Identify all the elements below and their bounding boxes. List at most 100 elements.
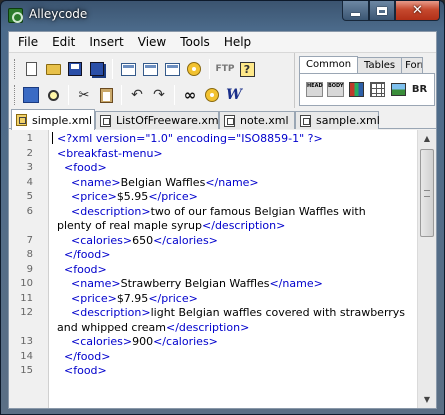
frame-button[interactable]	[117, 58, 139, 80]
maximize-button[interactable]	[369, 1, 395, 21]
code-line: <description>two of our famous Belgian W…	[71, 204, 366, 218]
save-button[interactable]	[64, 58, 86, 80]
scroll-down-icon[interactable]: ▼	[418, 391, 436, 408]
grid-icon	[370, 82, 385, 97]
find-files-icon	[23, 87, 39, 103]
toolbar-row-2: ✂ ↶ ↷ ∞ W	[12, 83, 245, 107]
code-line: </food>	[64, 349, 111, 363]
line-number: 4	[26, 176, 33, 188]
cut-icon: ✂	[78, 87, 90, 103]
close-button[interactable]: ✕	[395, 1, 440, 21]
line-break-icon: BR	[411, 84, 428, 95]
code-line: plenty of real maple syrup</description>	[57, 219, 286, 232]
form-button[interactable]	[161, 58, 183, 80]
palette-tab-common[interactable]: Common	[299, 56, 359, 73]
new-document-button[interactable]	[20, 58, 42, 80]
tab-label: note.xml	[240, 114, 289, 127]
vertical-scrollbar[interactable]: ▲ ▼	[417, 130, 436, 408]
code-editor[interactable]: 1 2 3 4 5 6 7 8 9 10 11 12 13 14 15 <?xml version="1.0…	[9, 130, 436, 408]
toolbar-separator	[68, 85, 69, 105]
books-button[interactable]	[346, 80, 367, 100]
toolbar-separator	[121, 85, 122, 105]
alleycode-app-icon[interactable]	[8, 8, 23, 23]
tab-simple-xml[interactable]: simple.xml	[11, 109, 95, 130]
app-window: Alleycode ✕ File Edit Insert View Tools …	[0, 0, 445, 415]
toolbar-grip[interactable]	[14, 59, 17, 79]
code-line: <calories>900</calories>	[71, 335, 218, 348]
image-button[interactable]	[388, 80, 409, 100]
code-line: <breakfast-menu>	[57, 146, 163, 160]
code-line: and whipped cream</description>	[57, 320, 250, 334]
redo-button[interactable]: ↷	[148, 84, 170, 106]
image-icon	[391, 83, 406, 96]
ftp-button[interactable]: FTP	[214, 58, 236, 80]
line-number	[9, 321, 33, 336]
body-tag-button[interactable]: BODY	[325, 80, 346, 100]
toolbar-grip[interactable]	[14, 85, 17, 105]
document-tabs: simple.xml ListOfFreeware.xml note.xml s…	[9, 109, 436, 130]
settings-icon	[187, 62, 201, 76]
head-tag-button[interactable]: HEAD	[304, 80, 325, 100]
word-icon: W	[226, 87, 242, 103]
toolbar-area: FTP ? ✂ ↶ ↷ ∞ W Common Tables For HEAD B…	[9, 52, 436, 108]
line-break-button[interactable]: BR	[409, 80, 430, 100]
line-number: 13	[20, 336, 33, 347]
code-area[interactable]: <?xml version="1.0" encoding="ISO8859-1"…	[51, 130, 417, 408]
save-all-icon	[90, 62, 104, 76]
code-line: </food>	[64, 248, 111, 261]
minimize-button[interactable]	[342, 1, 369, 21]
tab-note-xml[interactable]: note.xml	[219, 111, 295, 129]
paste-button[interactable]	[95, 84, 117, 106]
help-button[interactable]: ?	[236, 58, 258, 80]
scroll-thumb[interactable]	[420, 149, 434, 237]
word-button[interactable]: W	[223, 84, 245, 106]
tab-label: ListOfFreeware.xml	[116, 114, 222, 127]
scroll-up-icon[interactable]: ▲	[418, 130, 436, 147]
menu-help[interactable]: Help	[217, 32, 258, 52]
tab-sample-xml[interactable]: sample.xml	[295, 111, 380, 129]
line-number: 9	[26, 263, 33, 275]
undo-button[interactable]: ↶	[126, 84, 148, 106]
code-line: <name>Belgian Waffles</name>	[71, 175, 259, 189]
palette-tab-tables[interactable]: Tables	[357, 57, 403, 73]
code-line: <price>$5.95</price>	[71, 190, 198, 203]
open-button[interactable]	[42, 58, 64, 80]
search-button[interactable]	[42, 84, 64, 106]
save-all-button[interactable]	[86, 58, 108, 80]
menu-file[interactable]: File	[11, 32, 45, 52]
line-number-gutter: 1 2 3 4 5 6 7 8 9 10 11 12 13 14 15	[9, 130, 49, 408]
form-icon	[164, 62, 180, 76]
tab-listoffreeware-xml[interactable]: ListOfFreeware.xml	[95, 111, 222, 129]
grid-button[interactable]	[367, 80, 388, 100]
code-line: <food>	[64, 364, 107, 377]
menu-tools[interactable]: Tools	[173, 32, 217, 52]
spellcheck-icon	[205, 88, 219, 102]
title-bar[interactable]: Alleycode ✕	[1, 1, 444, 29]
spellcheck-button[interactable]	[201, 84, 223, 106]
line-number: 8	[26, 249, 33, 260]
head-tag-icon: HEAD	[306, 82, 323, 97]
window-title: Alleycode	[29, 7, 88, 21]
menu-insert[interactable]: Insert	[82, 32, 130, 52]
table-button[interactable]	[139, 58, 161, 80]
settings-button[interactable]	[183, 58, 205, 80]
document-icon	[224, 114, 235, 127]
line-number: 7	[26, 234, 33, 246]
toolbar-separator	[174, 85, 175, 105]
palette-tab-forms[interactable]: Form	[401, 57, 424, 73]
menu-view[interactable]: View	[131, 32, 173, 52]
frame-icon	[120, 62, 136, 76]
menu-edit[interactable]: Edit	[45, 32, 82, 52]
code-line: <food>	[64, 262, 107, 276]
toolbar-separator	[112, 59, 113, 79]
menu-bar: File Edit Insert View Tools Help	[9, 32, 436, 52]
redo-icon: ↷	[153, 87, 165, 103]
cut-button[interactable]: ✂	[73, 84, 95, 106]
new-document-icon	[25, 62, 37, 76]
save-icon	[68, 62, 82, 76]
minimize-icon	[351, 12, 360, 16]
find-icon: ∞	[183, 85, 197, 104]
tag-palette: Common Tables Form HEAD BODY BR	[294, 53, 437, 108]
find-button[interactable]: ∞	[179, 84, 201, 106]
find-files-button[interactable]	[20, 84, 42, 106]
